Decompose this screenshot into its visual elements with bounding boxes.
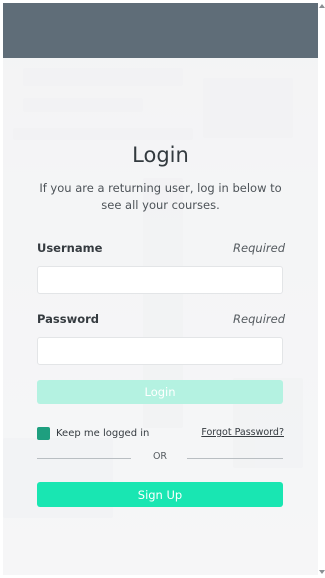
header-bar bbox=[3, 3, 318, 58]
forgot-password-link[interactable]: Forgot Password? bbox=[201, 427, 284, 438]
or-divider-text: OR bbox=[152, 451, 168, 462]
password-required-hint: Required bbox=[233, 312, 285, 326]
scroll-down-icon[interactable] bbox=[319, 570, 325, 574]
keep-logged-in-row[interactable]: Keep me logged in bbox=[37, 426, 149, 440]
page-title: Login bbox=[132, 143, 189, 167]
username-label: Username bbox=[37, 241, 103, 255]
scroll-up-icon[interactable] bbox=[319, 4, 325, 8]
browser-viewport: Login If you are a returning user, log i… bbox=[0, 0, 325, 578]
login-page: Login If you are a returning user, log i… bbox=[3, 3, 318, 575]
password-input[interactable] bbox=[37, 337, 283, 365]
or-divider: OR bbox=[37, 451, 283, 465]
login-subtitle: If you are a returning user, log in belo… bbox=[39, 181, 282, 212]
divider-line-right bbox=[187, 458, 283, 459]
keep-logged-in-label[interactable]: Keep me logged in bbox=[56, 428, 149, 439]
username-input[interactable] bbox=[37, 266, 283, 294]
username-required-hint: Required bbox=[233, 241, 285, 255]
login-panel: Login If you are a returning user, log i… bbox=[3, 58, 318, 575]
password-label: Password bbox=[37, 312, 99, 326]
keep-logged-in-checkbox[interactable] bbox=[37, 426, 50, 440]
vertical-scrollbar[interactable] bbox=[318, 0, 325, 578]
signup-button[interactable]: Sign Up bbox=[37, 482, 283, 507]
login-button[interactable]: Login bbox=[37, 380, 283, 404]
